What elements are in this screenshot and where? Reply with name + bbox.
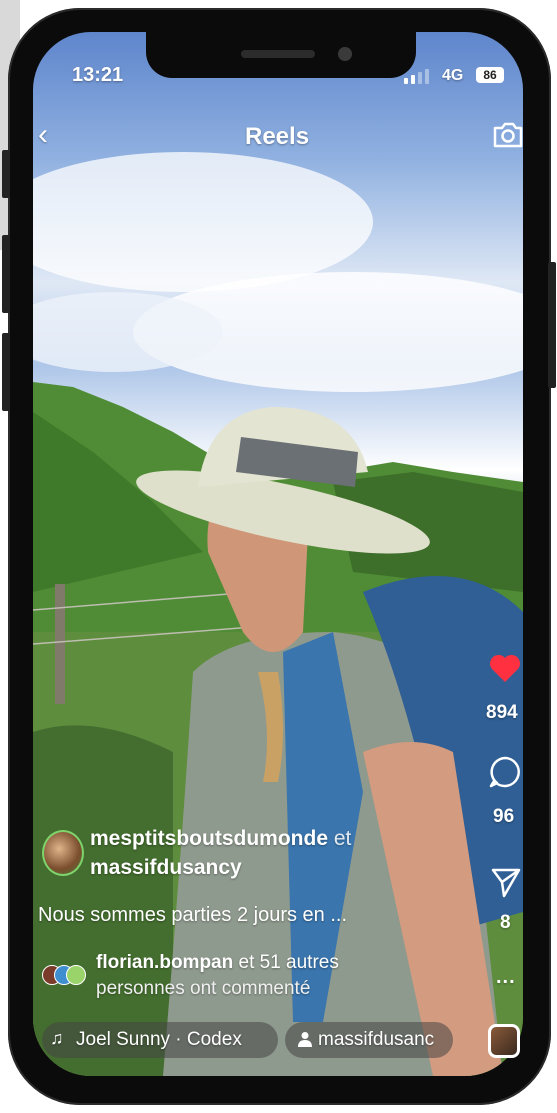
- comment-others: et 51 autres: [238, 952, 339, 973]
- signal-icon: [404, 68, 434, 84]
- person-icon: [298, 1032, 312, 1047]
- phone-volume-up: [2, 235, 10, 313]
- chevron-left-icon[interactable]: ‹: [38, 118, 48, 152]
- phone-volume-down: [2, 333, 10, 411]
- commenter-avatars: [42, 965, 90, 985]
- page-title: Reels: [245, 123, 310, 150]
- commenter-username[interactable]: florian.bompan: [96, 952, 233, 973]
- phone-power-button: [548, 262, 556, 388]
- collaborator-username[interactable]: massifdusancy: [90, 856, 242, 880]
- network-type: 4G: [442, 67, 464, 84]
- camera-icon[interactable]: [492, 120, 524, 150]
- tag-label[interactable]: massifdusanc: [318, 1029, 452, 1051]
- status-time: 13:21: [72, 64, 124, 86]
- phone-mute-switch: [2, 150, 10, 198]
- author-username[interactable]: mesptitsboutsdumonde: [90, 827, 328, 850]
- like-count: 894: [486, 702, 518, 723]
- comment-icon[interactable]: [488, 755, 522, 789]
- music-label[interactable]: Joel Sunny · Codex: [76, 1029, 242, 1051]
- comment-count: 96: [493, 806, 515, 827]
- share-count: 8: [500, 912, 511, 933]
- more-options-icon[interactable]: ...: [496, 966, 516, 989]
- post-caption[interactable]: Nous sommes parties 2 jours en ...: [38, 904, 347, 927]
- front-camera: [338, 47, 352, 61]
- author-avatar[interactable]: [42, 830, 84, 876]
- music-note-icon: ♫: [50, 1028, 64, 1048]
- send-icon[interactable]: [490, 866, 522, 898]
- author-joiner: et: [333, 827, 352, 850]
- battery-level: 86: [476, 67, 504, 83]
- audio-thumbnail[interactable]: [488, 1024, 520, 1058]
- author-line[interactable]: mesptitsboutsdumonde et: [90, 827, 351, 851]
- comment-preview-line1[interactable]: florian.bompan et 51 autres: [96, 952, 339, 974]
- phone-speaker: [241, 50, 315, 58]
- comment-preview-line2[interactable]: personnes ont commenté: [96, 978, 310, 1000]
- heart-icon[interactable]: [488, 652, 522, 684]
